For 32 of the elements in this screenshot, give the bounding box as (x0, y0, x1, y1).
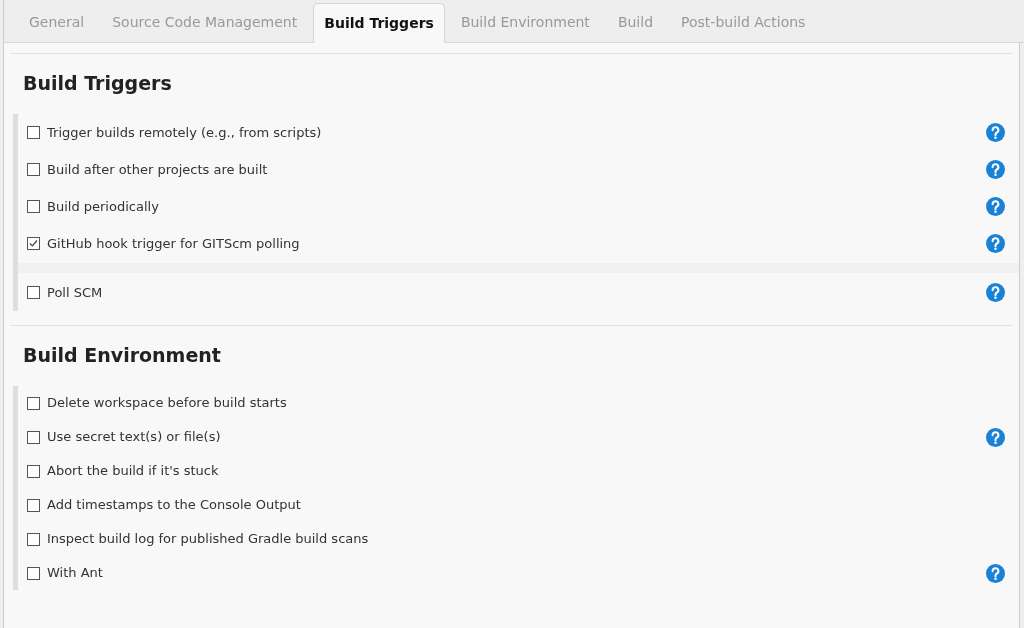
option-label[interactable]: Trigger builds remotely (e.g., from scripts) (47, 122, 986, 143)
checkbox[interactable] (27, 430, 40, 444)
checkbox[interactable] (27, 126, 40, 139)
option-label[interactable]: Build periodically (47, 196, 986, 217)
option-label[interactable]: Inspect build log for published Gradle build scans (47, 529, 1005, 549)
option-label[interactable]: Delete workspace before build starts (47, 393, 1005, 413)
checkbox[interactable] (27, 286, 40, 299)
help-icon[interactable] (986, 563, 1005, 583)
help-icon[interactable] (986, 197, 1005, 216)
option-label[interactable]: Poll SCM (47, 282, 986, 303)
option-label[interactable]: Add timestamps to the Console Output (47, 495, 1005, 515)
option-label[interactable]: GitHub hook trigger for GITScm polling (47, 233, 986, 254)
checkbox[interactable] (27, 396, 40, 410)
checkbox[interactable] (27, 566, 40, 580)
checkbox[interactable] (27, 498, 40, 512)
help-icon[interactable] (986, 283, 1005, 302)
checkbox[interactable] (27, 200, 40, 213)
section-heading: Build Triggers (22, 71, 173, 96)
help-icon[interactable] (986, 160, 1005, 179)
option-label[interactable]: Use secret text(s) or file(s) (47, 427, 986, 447)
section-heading: Build Environment (22, 343, 222, 368)
checkbox[interactable] (27, 237, 40, 250)
checkbox[interactable] (27, 464, 40, 478)
tab[interactable]: Build Triggers (313, 3, 445, 43)
option-label[interactable]: Abort the build if it's stuck (47, 461, 1005, 481)
option-label[interactable]: With Ant (47, 563, 986, 583)
help-icon[interactable] (986, 234, 1005, 253)
help-icon[interactable] (986, 123, 1005, 142)
help-icon[interactable] (986, 427, 1005, 447)
option-label[interactable]: Build after other projects are built (47, 159, 986, 180)
checkbox[interactable] (27, 532, 40, 546)
checkbox[interactable] (27, 163, 40, 176)
